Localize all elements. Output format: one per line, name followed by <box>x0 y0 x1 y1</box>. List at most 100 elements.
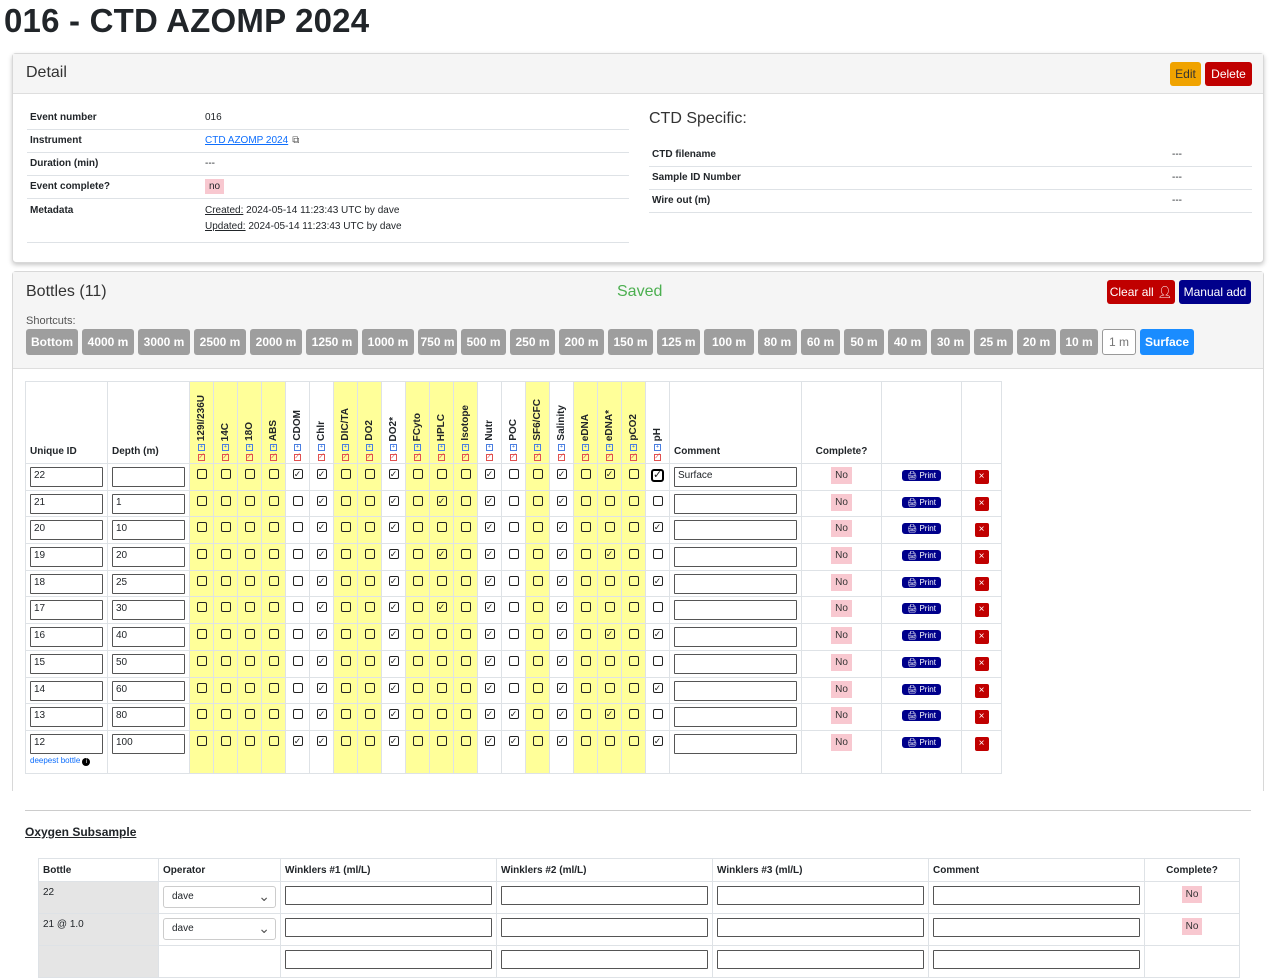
depth-input[interactable]: 50 <box>112 653 185 674</box>
complete-badge[interactable]: No <box>831 493 852 511</box>
sample-checkbox[interactable] <box>244 655 255 666</box>
print-button[interactable]: 🖨︎ Print <box>902 470 941 481</box>
sample-checkbox[interactable] <box>580 522 591 533</box>
sample-checkbox-checked[interactable]: ✓ <box>316 549 327 560</box>
expand-icon[interactable]: + <box>366 444 373 451</box>
sample-checkbox[interactable] <box>532 469 543 479</box>
sample-checkbox[interactable] <box>628 495 639 506</box>
sample-checkbox[interactable] <box>220 602 231 613</box>
shortcut-button[interactable]: 100 m <box>704 329 754 355</box>
sample-checkbox-checked[interactable]: ✓ <box>484 629 495 640</box>
sample-checkbox[interactable] <box>652 549 663 560</box>
sample-checkbox[interactable] <box>364 469 375 479</box>
sample-checkbox[interactable] <box>268 655 279 666</box>
sample-checkbox-checked[interactable]: ✓ <box>652 522 663 533</box>
sample-checkbox[interactable] <box>436 629 447 640</box>
sample-checkbox[interactable] <box>604 495 615 506</box>
sample-checkbox-checked[interactable]: ✓ <box>651 469 664 482</box>
shortcut-button[interactable]: 10 m <box>1060 329 1098 355</box>
sample-checkbox[interactable] <box>508 522 519 533</box>
close-icon[interactable]: × <box>974 710 989 725</box>
expand-icon[interactable]: + <box>414 444 421 451</box>
sample-checkbox[interactable] <box>220 629 231 640</box>
sample-checkbox[interactable] <box>196 549 207 560</box>
sample-checkbox[interactable] <box>292 549 303 560</box>
print-button[interactable]: 🖨︎ Print <box>902 630 941 642</box>
sample-checkbox[interactable] <box>292 575 303 586</box>
slash-icon[interactable]: ⟋ <box>294 454 301 461</box>
sample-checkbox[interactable] <box>580 469 591 479</box>
sample-checkbox[interactable] <box>580 575 591 586</box>
sample-checkbox[interactable] <box>580 655 591 666</box>
sample-checkbox[interactable] <box>460 709 471 720</box>
shortcut-button[interactable]: 150 m <box>608 329 653 355</box>
sample-checkbox[interactable] <box>244 575 255 586</box>
sample-checkbox[interactable] <box>460 629 471 640</box>
sample-checkbox[interactable] <box>340 629 351 640</box>
close-icon[interactable]: × <box>974 496 989 511</box>
sample-checkbox[interactable] <box>436 655 447 666</box>
sample-checkbox-checked[interactable]: ✓ <box>436 495 447 506</box>
sample-checkbox[interactable] <box>196 602 207 613</box>
expand-icon[interactable]: + <box>342 444 349 451</box>
sample-checkbox[interactable] <box>412 495 423 506</box>
sample-checkbox[interactable] <box>508 575 519 586</box>
comment-input[interactable]: Surface <box>674 467 797 487</box>
slash-icon[interactable]: ⟋ <box>654 454 661 461</box>
sample-checkbox[interactable] <box>364 709 375 720</box>
oxygen-comment-input[interactable] <box>933 886 1140 905</box>
complete-badge[interactable]: No <box>831 600 852 618</box>
expand-icon[interactable]: + <box>246 444 253 451</box>
comment-input[interactable] <box>674 493 797 514</box>
info-icon[interactable]: i <box>82 757 91 766</box>
expand-icon[interactable]: + <box>486 444 493 451</box>
sample-checkbox[interactable] <box>628 735 639 746</box>
sample-checkbox[interactable] <box>532 495 543 506</box>
complete-badge[interactable]: No <box>831 680 852 698</box>
sample-checkbox[interactable] <box>604 735 615 746</box>
sample-checkbox-checked[interactable]: ✓ <box>388 469 399 479</box>
sample-checkbox[interactable] <box>364 602 375 613</box>
shortcut-button[interactable]: 250 m <box>510 329 555 355</box>
sample-checkbox[interactable] <box>652 709 663 720</box>
shortcut-button[interactable]: 30 m <box>931 329 970 355</box>
sample-checkbox[interactable] <box>292 655 303 666</box>
sample-checkbox-checked[interactable]: ✓ <box>388 522 399 533</box>
sample-checkbox[interactable] <box>196 629 207 640</box>
sample-checkbox[interactable] <box>604 655 615 666</box>
sample-checkbox-checked[interactable]: ✓ <box>316 682 327 693</box>
close-icon[interactable]: × <box>974 683 989 698</box>
slash-icon[interactable]: ⟋ <box>390 454 397 461</box>
complete-badge[interactable]: No <box>831 573 852 591</box>
shortcut-button[interactable]: 1000 m <box>362 329 414 355</box>
sample-checkbox-checked[interactable]: ✓ <box>316 602 327 613</box>
sample-checkbox[interactable] <box>244 495 255 506</box>
sample-checkbox[interactable] <box>460 575 471 586</box>
sample-checkbox-checked[interactable]: ✓ <box>388 602 399 613</box>
sample-checkbox-checked[interactable]: ✓ <box>316 709 327 720</box>
expand-icon[interactable]: + <box>318 444 325 451</box>
sample-checkbox[interactable] <box>340 469 351 479</box>
sample-checkbox-checked[interactable]: ✓ <box>508 709 519 720</box>
sample-checkbox[interactable] <box>580 495 591 506</box>
sample-checkbox[interactable] <box>244 549 255 560</box>
shortcut-button[interactable]: 60 m <box>801 329 840 355</box>
sample-checkbox-checked[interactable]: ✓ <box>436 549 447 560</box>
sample-checkbox[interactable] <box>436 735 447 746</box>
expand-icon[interactable]: + <box>606 444 613 451</box>
sample-checkbox[interactable] <box>460 735 471 746</box>
sample-checkbox-checked[interactable]: ✓ <box>484 522 495 533</box>
expand-icon[interactable]: + <box>630 444 637 451</box>
slash-icon[interactable]: ⟋ <box>558 454 565 461</box>
comment-input[interactable] <box>674 627 797 648</box>
winklers-1-input[interactable] <box>285 886 492 905</box>
sample-checkbox[interactable] <box>412 522 423 533</box>
sample-checkbox[interactable] <box>340 735 351 746</box>
sample-checkbox-checked[interactable]: ✓ <box>388 575 399 586</box>
sample-checkbox-checked[interactable]: ✓ <box>484 549 495 560</box>
sample-checkbox[interactable] <box>244 629 255 640</box>
expand-icon[interactable]: + <box>582 444 589 451</box>
sample-checkbox[interactable] <box>652 655 663 666</box>
sample-checkbox[interactable] <box>628 655 639 666</box>
sample-checkbox-checked[interactable]: ✓ <box>316 469 327 479</box>
